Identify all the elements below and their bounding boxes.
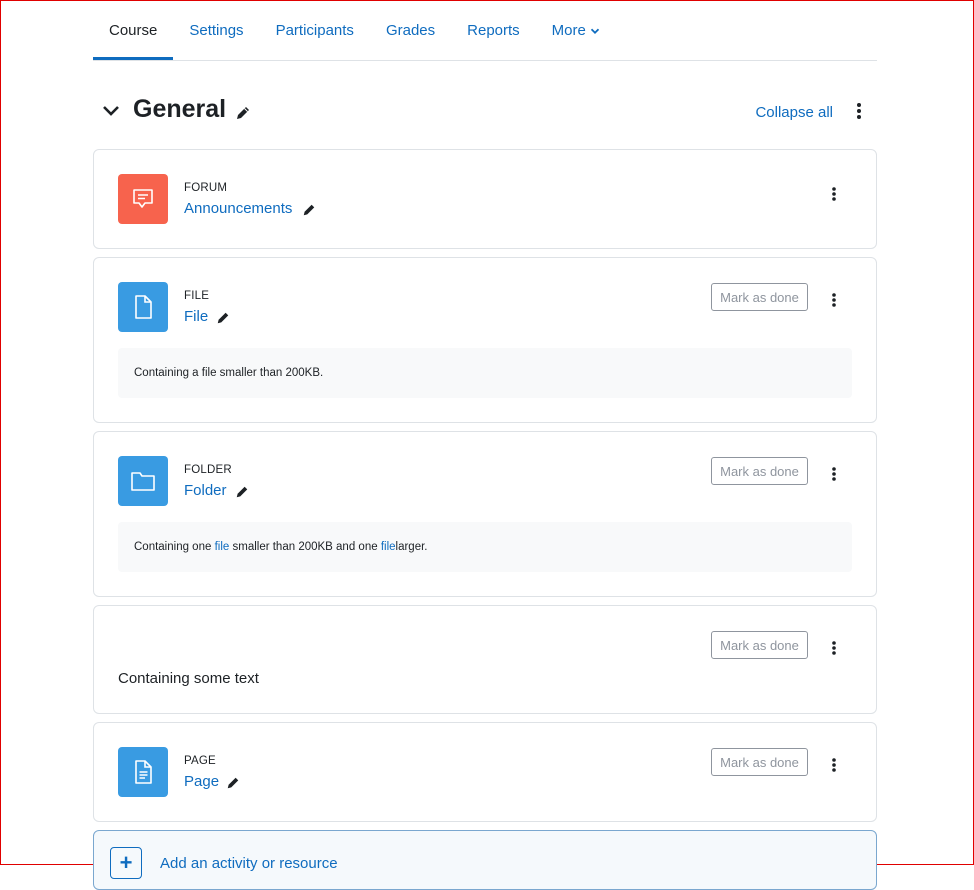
course-page: Course Settings Participants Grades Repo… [93,1,877,890]
edit-name-pencil-icon[interactable] [226,776,240,790]
mark-as-done-button[interactable]: Mark as done [711,631,808,659]
activity-type-label: PAGE [184,755,216,767]
activity-actions-kebab-icon[interactable] [830,757,838,773]
edit-name-pencil-icon[interactable] [235,485,249,499]
file-link[interactable]: file [215,541,230,553]
activity-description: Containing a file smaller than 200KB. [118,348,852,398]
activity-name-link[interactable]: Page [184,773,219,790]
activity-description: Containing one file smaller than 200KB a… [118,522,852,572]
add-activity-button[interactable]: + Add an activity or resource [93,830,877,890]
tab-more[interactable]: More [536,1,616,60]
file-icon[interactable] [118,282,168,332]
activity-name-link[interactable]: Announcements [184,200,292,217]
mark-as-done-button[interactable]: Mark as done [711,748,808,776]
file-link[interactable]: file [381,541,396,553]
section-actions-kebab-icon[interactable] [855,101,863,121]
edit-section-pencil-icon[interactable] [235,105,251,121]
activity-card-forum: FORUM Announcements [93,149,877,249]
section-title: General [133,95,227,123]
label-content: Containing some text [118,670,259,687]
chevron-down-icon [590,28,599,34]
activity-type-label: FOLDER [184,464,232,476]
activity-card-file: FILE File Mark as done Containing a file… [93,257,877,423]
activity-card-label: Mark as done Containing some text [93,605,877,714]
activity-actions-kebab-icon[interactable] [830,640,838,656]
page-icon[interactable] [118,747,168,797]
collapse-all-link[interactable]: Collapse all [755,104,833,121]
forum-icon[interactable] [118,174,168,224]
activity-actions-kebab-icon[interactable] [830,186,838,202]
activity-actions-kebab-icon[interactable] [830,292,838,308]
tab-grades[interactable]: Grades [370,1,451,60]
activity-name-link[interactable]: File [184,308,208,325]
mark-as-done-button[interactable]: Mark as done [711,283,808,311]
activity-card-page: PAGE Page Mark as done [93,722,877,822]
tab-reports[interactable]: Reports [451,1,536,60]
activity-actions-kebab-icon[interactable] [830,466,838,482]
add-activity-label: Add an activity or resource [160,855,338,872]
activity-card-folder: FOLDER Folder Mark as done Containing on… [93,431,877,597]
activity-type-label: FORUM [184,182,228,194]
folder-icon[interactable] [118,456,168,506]
course-nav-tabs: Course Settings Participants Grades Repo… [93,1,877,61]
tab-settings[interactable]: Settings [173,1,259,60]
edit-name-pencil-icon[interactable] [302,203,316,217]
mark-as-done-button[interactable]: Mark as done [711,457,808,485]
plus-icon: + [110,847,142,879]
edit-name-pencil-icon[interactable] [216,311,230,325]
tab-participants[interactable]: Participants [260,1,370,60]
activity-name-link[interactable]: Folder [184,482,227,499]
activity-type-label: FILE [184,290,210,302]
tab-course[interactable]: Course [93,1,174,60]
section-collapse-icon[interactable] [101,101,121,121]
section-header: General Collapse all [93,93,877,133]
